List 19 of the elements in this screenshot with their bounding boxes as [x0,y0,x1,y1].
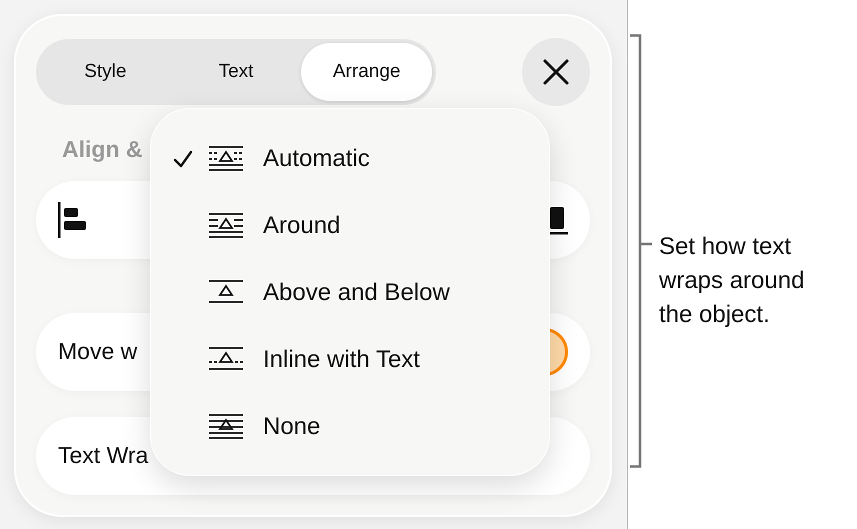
text-wrap-icon [209,346,243,372]
menu-item[interactable]: None [151,393,549,460]
text-wrap-icon [209,146,243,172]
tab[interactable]: Style [40,43,171,101]
row-label: Text Wra [58,441,148,470]
row-label: Move w [58,337,138,366]
close-icon [542,58,570,86]
callout-text: Set how text wraps around the object. [659,232,806,330]
section-label: Align & [62,135,142,164]
text-wrap-icon [209,280,243,306]
menu-item[interactable]: Inline with Text [151,326,549,393]
tab[interactable]: Arrange [301,43,432,101]
menu-item[interactable]: Automatic [151,125,549,192]
tab[interactable]: Text [170,43,302,101]
menu-item[interactable]: Around [151,192,549,259]
text-wrap-icon [209,414,243,440]
align-left-icon[interactable] [58,202,88,238]
text-wrap-icon [209,212,243,238]
menu-item[interactable]: Above and Below [151,259,549,326]
